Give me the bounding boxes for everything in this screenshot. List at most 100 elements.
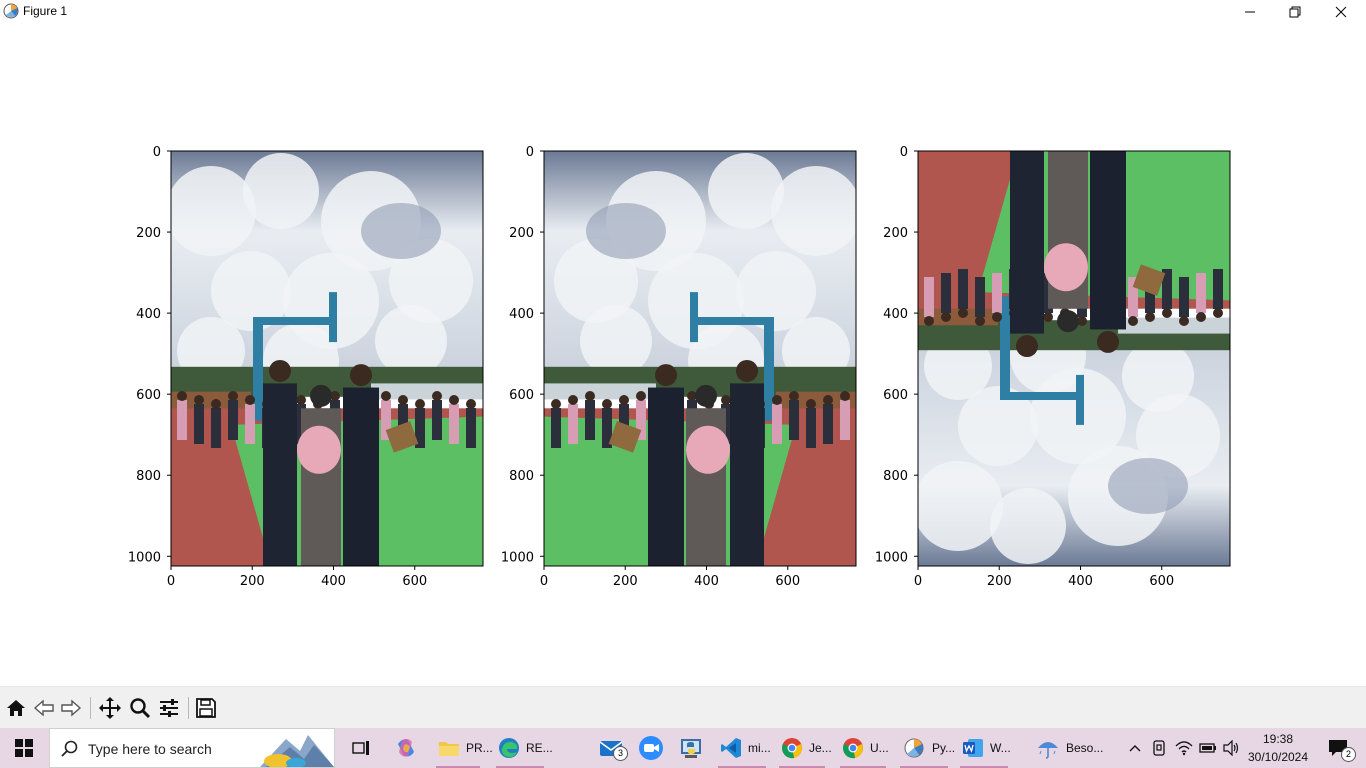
- cloud: [990, 488, 1066, 564]
- crowd-person: [466, 408, 476, 448]
- mail-badge: 3: [613, 746, 628, 761]
- taskbar-app-chrome[interactable]: Je...: [775, 728, 832, 768]
- crowd-head: [466, 399, 476, 409]
- taskbar-search-box[interactable]: Type here to search: [49, 728, 335, 768]
- network-button[interactable]: [1173, 728, 1195, 768]
- crowd-head: [840, 391, 850, 401]
- system-clock[interactable]: 19:38 30/10/2024: [1244, 730, 1312, 766]
- person-center-head: [695, 384, 717, 407]
- crowd-head: [245, 395, 255, 405]
- x-tick-label: 600: [775, 574, 800, 589]
- navigation-toolbar: [0, 686, 1366, 728]
- python-launcher-button[interactable]: [674, 728, 708, 768]
- x-tick-label: 0: [167, 574, 175, 589]
- copilot-icon: [398, 738, 414, 757]
- hoop-arm: [694, 317, 774, 325]
- pan-button[interactable]: [97, 695, 123, 721]
- taskbar-app-file-explorer[interactable]: PR...: [432, 728, 493, 768]
- crowd-head: [398, 395, 408, 405]
- taskbar-app-weather[interactable]: Beso...: [1030, 728, 1110, 768]
- crowd-head: [1196, 312, 1206, 322]
- subplot-1[interactable]: 0 200 400 600 0 200 400 600 800 1000: [111, 131, 503, 610]
- cloud: [708, 153, 784, 229]
- crowd-head: [806, 399, 816, 409]
- y-tick-label: 200: [509, 226, 534, 241]
- start-button[interactable]: [0, 728, 48, 768]
- home-icon: [7, 700, 25, 716]
- zoom-button[interactable]: [127, 695, 153, 721]
- y-tick-label: 800: [883, 469, 908, 484]
- crowd-head: [551, 399, 561, 409]
- volume-button[interactable]: [1220, 728, 1242, 768]
- search-icon: [61, 740, 78, 757]
- window-titlebar: Figure 1: [0, 0, 1366, 24]
- y-tick-label: 1000: [128, 550, 161, 565]
- back-button[interactable]: [31, 695, 57, 721]
- chevron-up-icon: [1129, 745, 1141, 752]
- taskbar-app-word[interactable]: W...: [956, 728, 1012, 768]
- taskbar-app-label: RE...: [526, 741, 553, 755]
- home-button[interactable]: [3, 695, 29, 721]
- crowd-person: [449, 404, 459, 444]
- maximize-button[interactable]: [1272, 0, 1318, 24]
- crowd-person: [245, 404, 255, 444]
- cloud: [243, 153, 319, 229]
- crowd-person: [806, 408, 816, 448]
- configure-subplots-button[interactable]: [156, 695, 182, 721]
- crowd-person: [228, 400, 238, 440]
- save-button[interactable]: [193, 695, 219, 721]
- taskbar-app-edge[interactable]: RE...: [492, 728, 553, 768]
- crowd-person: [568, 404, 578, 444]
- crowd-head: [449, 395, 459, 405]
- crowd-head: [1043, 312, 1053, 322]
- person-right-head: [1097, 330, 1119, 353]
- zoom-app-button[interactable]: [634, 728, 668, 768]
- crowd-person: [941, 273, 951, 313]
- photo-image: [544, 151, 856, 566]
- crowd-head: [177, 391, 187, 401]
- taskbar-app-label: W...: [990, 741, 1011, 755]
- taskbar-app-label: Beso...: [1066, 741, 1104, 755]
- person-left-head: [1016, 335, 1038, 358]
- zoom-icon: [130, 698, 151, 719]
- subplot-2[interactable]: 0 200 400 600 0 200 400 600 800 1000: [484, 131, 876, 610]
- mail-button[interactable]: 3: [594, 728, 628, 768]
- notification-center-button[interactable]: 2: [1318, 728, 1358, 768]
- task-view-icon: [352, 741, 369, 755]
- battery-button[interactable]: [1197, 728, 1219, 768]
- copilot-button[interactable]: [390, 728, 422, 768]
- crowd-head: [1145, 312, 1155, 322]
- crowd-person: [772, 404, 782, 444]
- crowd-head: [619, 395, 629, 405]
- crowd-person: [1213, 269, 1223, 309]
- back-icon: [33, 699, 54, 717]
- hoop-backboard: [329, 292, 337, 343]
- crowd-head: [194, 395, 204, 405]
- taskbar-app-label: PR...: [466, 741, 493, 755]
- bouquet: [686, 425, 730, 474]
- subplot-3[interactable]: 0 200 400 600 0 200 400 600 800 1000: [858, 131, 1250, 610]
- person-left: [263, 383, 297, 566]
- zoom-app-icon: [639, 736, 663, 760]
- forward-button[interactable]: [58, 695, 84, 721]
- y-tick-label: 600: [509, 388, 534, 403]
- task-view-button[interactable]: [346, 728, 376, 768]
- minimize-button[interactable]: [1227, 0, 1273, 24]
- cloud: [918, 461, 1003, 551]
- person-right-head: [350, 364, 372, 387]
- taskbar-app-vscode[interactable]: mi...: [714, 728, 771, 768]
- taskbar-app-python-figure[interactable]: Py...: [896, 728, 955, 768]
- meet-now-button[interactable]: [1149, 728, 1169, 768]
- toolbar-separator: [188, 697, 189, 719]
- person-right: [648, 387, 684, 566]
- taskbar-app-chrome[interactable]: U...: [836, 728, 890, 768]
- show-hidden-icons-button[interactable]: [1125, 728, 1145, 768]
- battery-icon: [1199, 743, 1216, 753]
- crowd-head: [415, 399, 425, 409]
- cloud: [1122, 340, 1194, 412]
- figure-canvas[interactable]: 0 200 400 600 0 200 400 600 800 1000 0 200 400 600 0 20…: [0, 24, 1366, 686]
- crowd-person: [211, 408, 221, 448]
- windows-taskbar: Type here to search PR... RE... mi... Je...…: [0, 728, 1366, 768]
- close-button[interactable]: [1318, 0, 1364, 24]
- cloud: [580, 305, 652, 377]
